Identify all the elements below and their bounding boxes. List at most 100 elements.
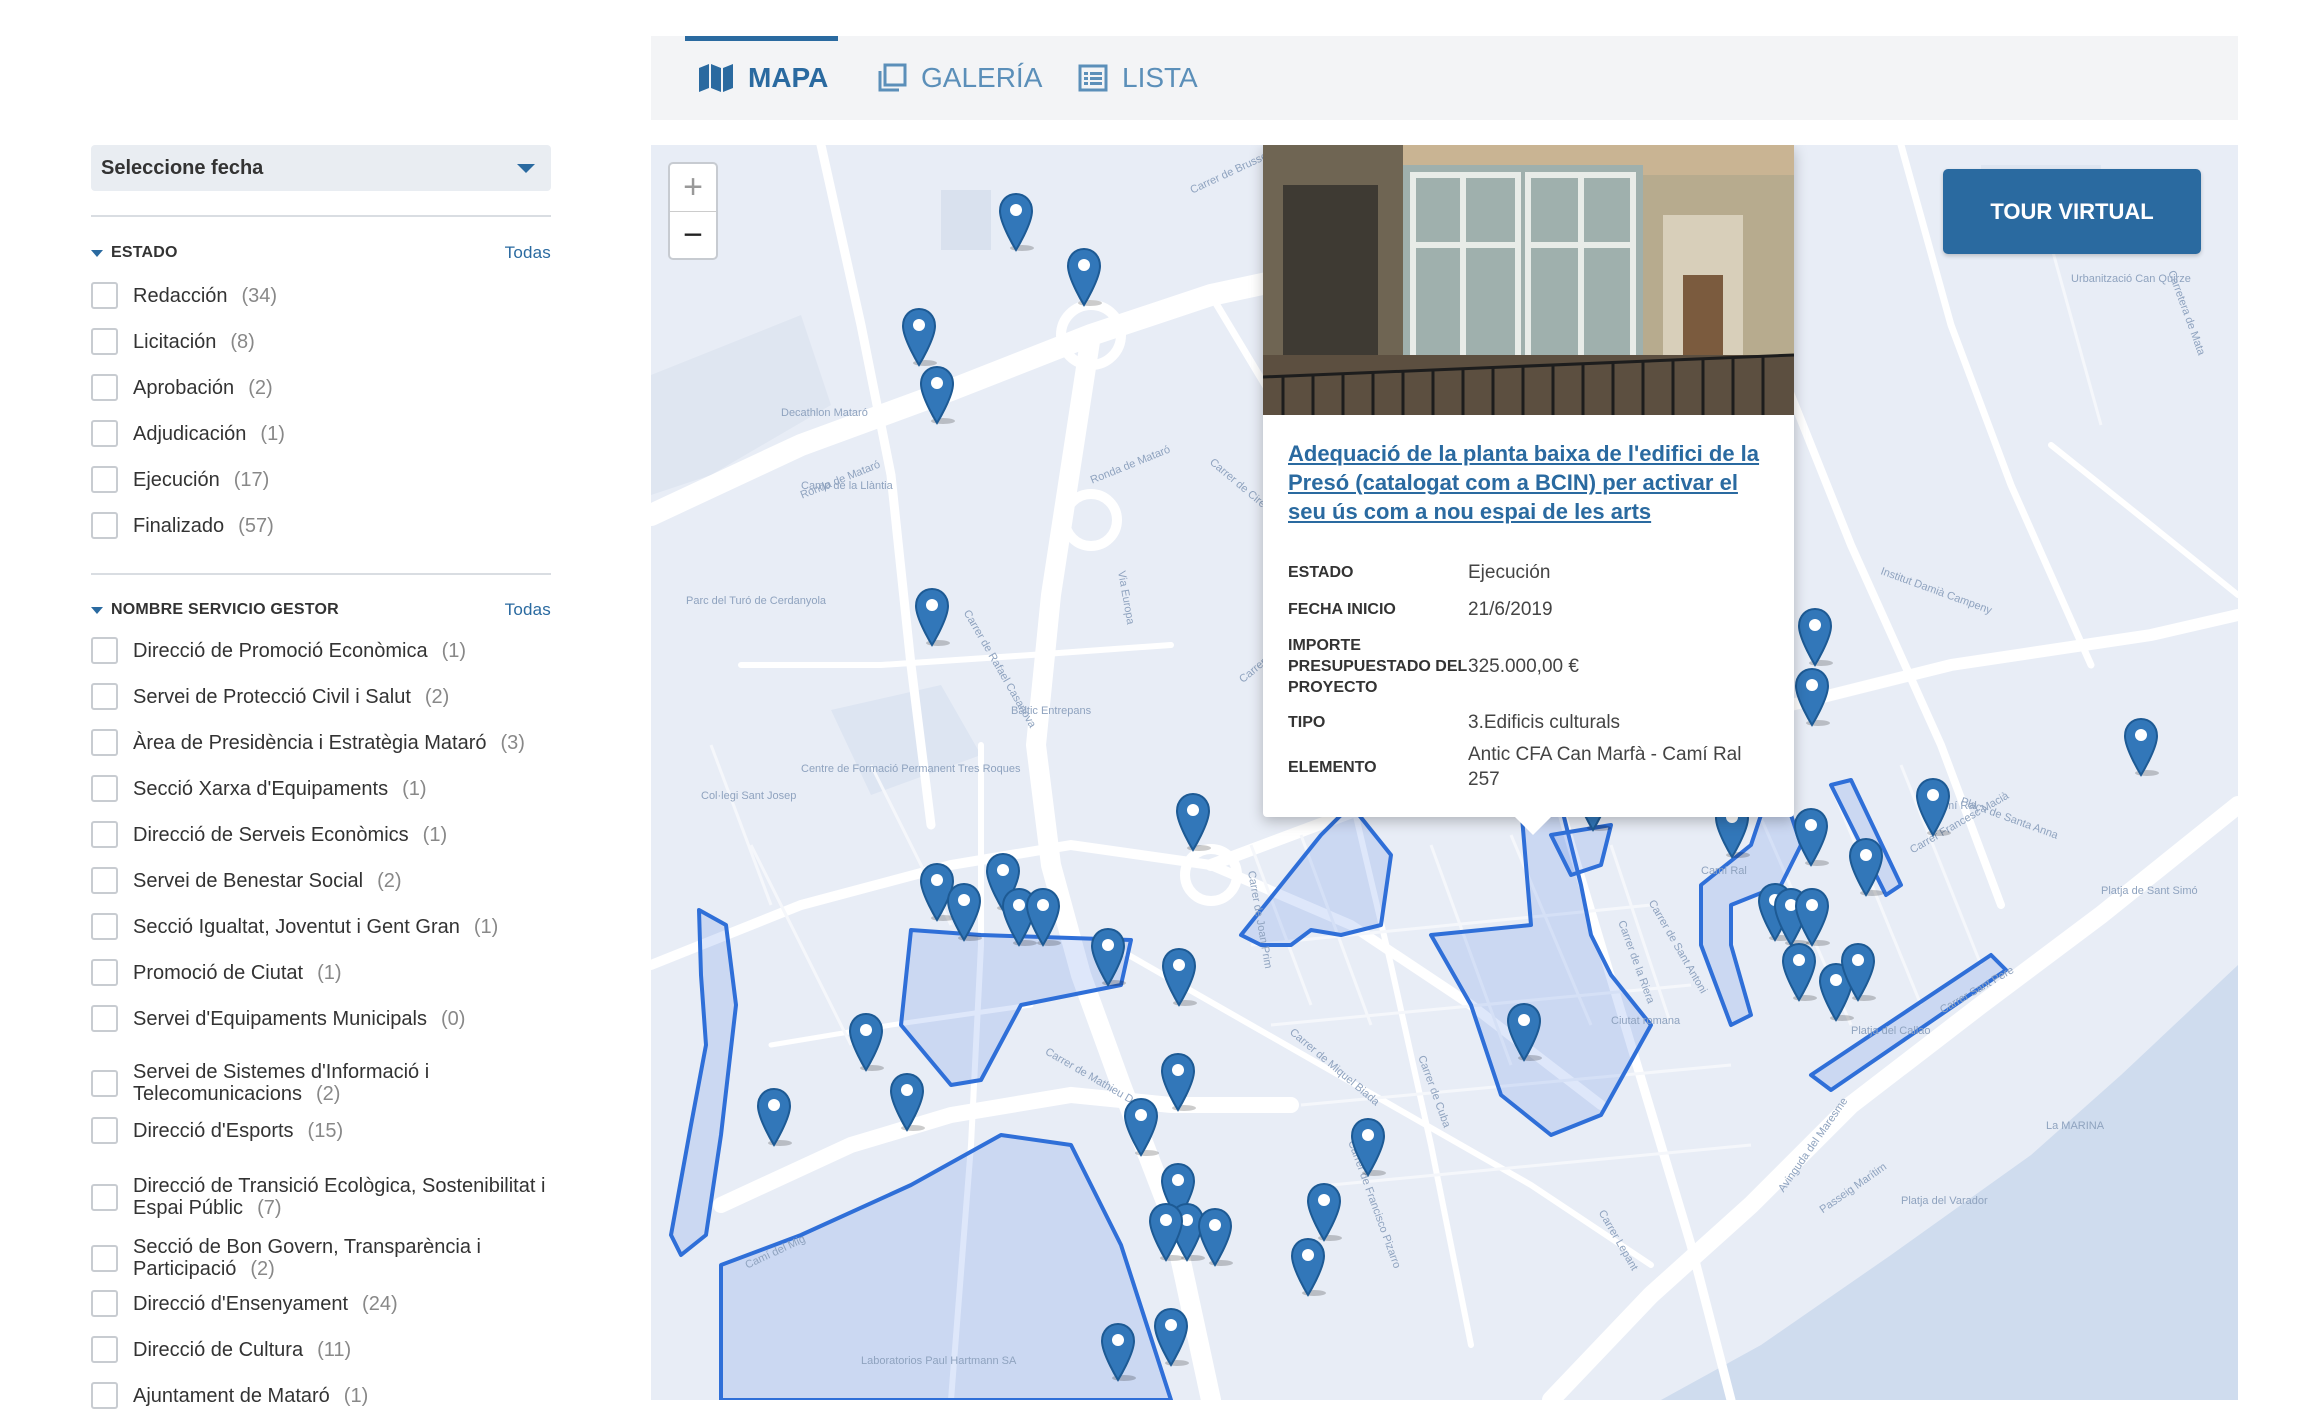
map-marker-icon[interactable] [1781,942,1817,1002]
map-marker-icon[interactable] [756,1087,792,1147]
map-marker-icon[interactable] [901,307,937,367]
servicio-section-header[interactable]: NOMBRE SERVICIO GESTOR Todas [91,598,551,622]
filter-option[interactable]: Ejecución (17) [91,466,551,493]
map-marker-icon[interactable] [1506,1002,1542,1062]
filter-option[interactable]: Aprobación (2) [91,374,551,401]
map-marker-icon[interactable] [1794,887,1830,947]
filter-option[interactable]: Adjudicación (1) [91,420,551,447]
filter-option[interactable]: Direcció d'Ensenyament (24) [91,1290,551,1317]
map-marker-icon[interactable] [1153,1307,1189,1367]
map-marker-icon[interactable] [1025,887,1061,947]
map-marker-icon[interactable] [919,365,955,425]
map-marker-icon[interactable] [1840,942,1876,1002]
filter-option[interactable]: Direcció de Cultura (11) [91,1336,551,1363]
filter-option[interactable]: Secció de Bon Govern, Transparència i Pa… [91,1236,551,1280]
checkbox[interactable] [91,1117,118,1144]
checkbox[interactable] [91,466,118,493]
project-photo [1263,145,1794,415]
checkbox[interactable] [91,775,118,802]
checkbox[interactable] [91,1069,118,1097]
filter-option[interactable]: Direcció de Transició Ecològica, Sosteni… [91,1175,551,1219]
map-marker-icon[interactable] [1794,667,1830,727]
filter-option[interactable]: Finalizado (57) [91,512,551,539]
map-marker-icon[interactable] [1915,777,1951,837]
map-marker-icon[interactable] [848,1012,884,1072]
map-marker-icon[interactable] [1350,1117,1386,1177]
map-marker-icon[interactable] [1797,607,1833,667]
filter-option[interactable]: Direcció d'Esports (15) [91,1117,551,1144]
map-canvas[interactable]: Ronda de Mataró Ronda de Mataró Camí del M… [651,145,2238,1400]
filter-option[interactable]: Redacción (34) [91,282,551,309]
checkbox[interactable] [91,821,118,848]
filter-option-count: (1) [317,961,342,984]
filter-option[interactable]: Ajuntament de Mataró (1) [91,1382,551,1409]
checkbox[interactable] [91,729,118,756]
checkbox[interactable] [91,913,118,940]
filter-option-text: Direcció d'Ensenyament (24) [133,1293,398,1315]
servicio-all-link[interactable]: Todas [505,600,551,620]
map-marker-icon[interactable] [1160,1052,1196,1112]
estado-all-link[interactable]: Todas [505,243,551,263]
checkbox[interactable] [91,1290,118,1317]
filter-option[interactable]: Secció Xarxa d'Equipaments (1) [91,775,551,802]
map-marker-icon[interactable] [998,192,1034,252]
tab-lista[interactable]: LISTA [1078,36,1198,120]
date-select[interactable]: Seleccione fecha [91,145,551,191]
estado-section-header[interactable]: ESTADO Todas [91,241,551,265]
street-label: Centre de Formació Permanent Tres Roques [801,763,1021,775]
map-marker-icon[interactable] [1175,792,1211,852]
map-marker-icon[interactable] [1197,1207,1233,1267]
map-marker-icon[interactable] [946,882,982,942]
checkbox[interactable] [91,1183,118,1211]
filter-option[interactable]: Servei de Benestar Social (2) [91,867,551,894]
checkbox[interactable] [91,420,118,447]
map-marker-icon[interactable] [1848,837,1884,897]
checkbox[interactable] [91,1382,118,1409]
filter-option[interactable]: Servei d'Equipaments Municipals (0) [91,1005,551,1032]
tab-mapa[interactable]: MAPA [684,36,839,120]
filter-option[interactable]: Secció Igualtat, Joventut i Gent Gran (1) [91,913,551,940]
filter-option[interactable]: Licitación (8) [91,328,551,355]
filter-option[interactable]: Direcció de Serveis Econòmics (1) [91,821,551,848]
map-marker-icon[interactable] [1090,927,1126,987]
checkbox[interactable] [91,1336,118,1363]
filter-option-text: Aprobación (2) [133,377,273,399]
tour-virtual-button[interactable]: TOUR VIRTUAL [1943,169,2201,254]
checkbox[interactable] [91,867,118,894]
checkbox[interactable] [91,282,118,309]
map-marker-icon[interactable] [1148,1202,1184,1262]
project-title-link[interactable]: Adequació de la planta baixa de l'edific… [1288,439,1778,526]
filter-option[interactable]: Servei de Sistemes d'Informació i Teleco… [91,1061,551,1105]
zoom-out-button[interactable]: − [670,211,716,258]
map-marker-icon[interactable] [1100,1322,1136,1382]
checkbox[interactable] [91,374,118,401]
map-marker-icon[interactable] [1290,1237,1326,1297]
checkbox[interactable] [91,328,118,355]
checkbox[interactable] [91,683,118,710]
tab-galeria[interactable]: GALERÍA [877,36,1042,120]
map-marker-icon[interactable] [914,587,950,647]
filter-option[interactable]: Direcció de Promoció Econòmica (1) [91,637,551,664]
filter-option[interactable]: Promoció de Ciutat (1) [91,959,551,986]
checkbox[interactable] [91,512,118,539]
filter-option-label: Aprobación [133,376,235,399]
map-marker-icon[interactable] [1793,807,1829,867]
map-marker-icon[interactable] [889,1072,925,1132]
filter-option-count: (34) [241,284,278,307]
filter-option-text: Licitación (8) [133,331,255,353]
checkbox[interactable] [91,637,118,664]
filter-option-text: Direcció de Serveis Econòmics (1) [133,824,447,846]
map-marker-icon[interactable] [1161,947,1197,1007]
street-label: Platja del Varador [1901,1195,1988,1207]
checkbox[interactable] [91,1005,118,1032]
map-marker-icon[interactable] [1123,1097,1159,1157]
filter-option[interactable]: Servei de Protecció Civil i Salut (2) [91,683,551,710]
zoom-in-button[interactable]: + [670,164,716,211]
divider [91,573,551,575]
map-marker-icon[interactable] [2123,717,2159,777]
map-marker-icon[interactable] [1306,1182,1342,1242]
map-marker-icon[interactable] [1066,247,1102,307]
checkbox[interactable] [91,1244,118,1272]
checkbox[interactable] [91,959,118,986]
filter-option[interactable]: Àrea de Presidència i Estratègia Mataró (… [91,729,551,756]
